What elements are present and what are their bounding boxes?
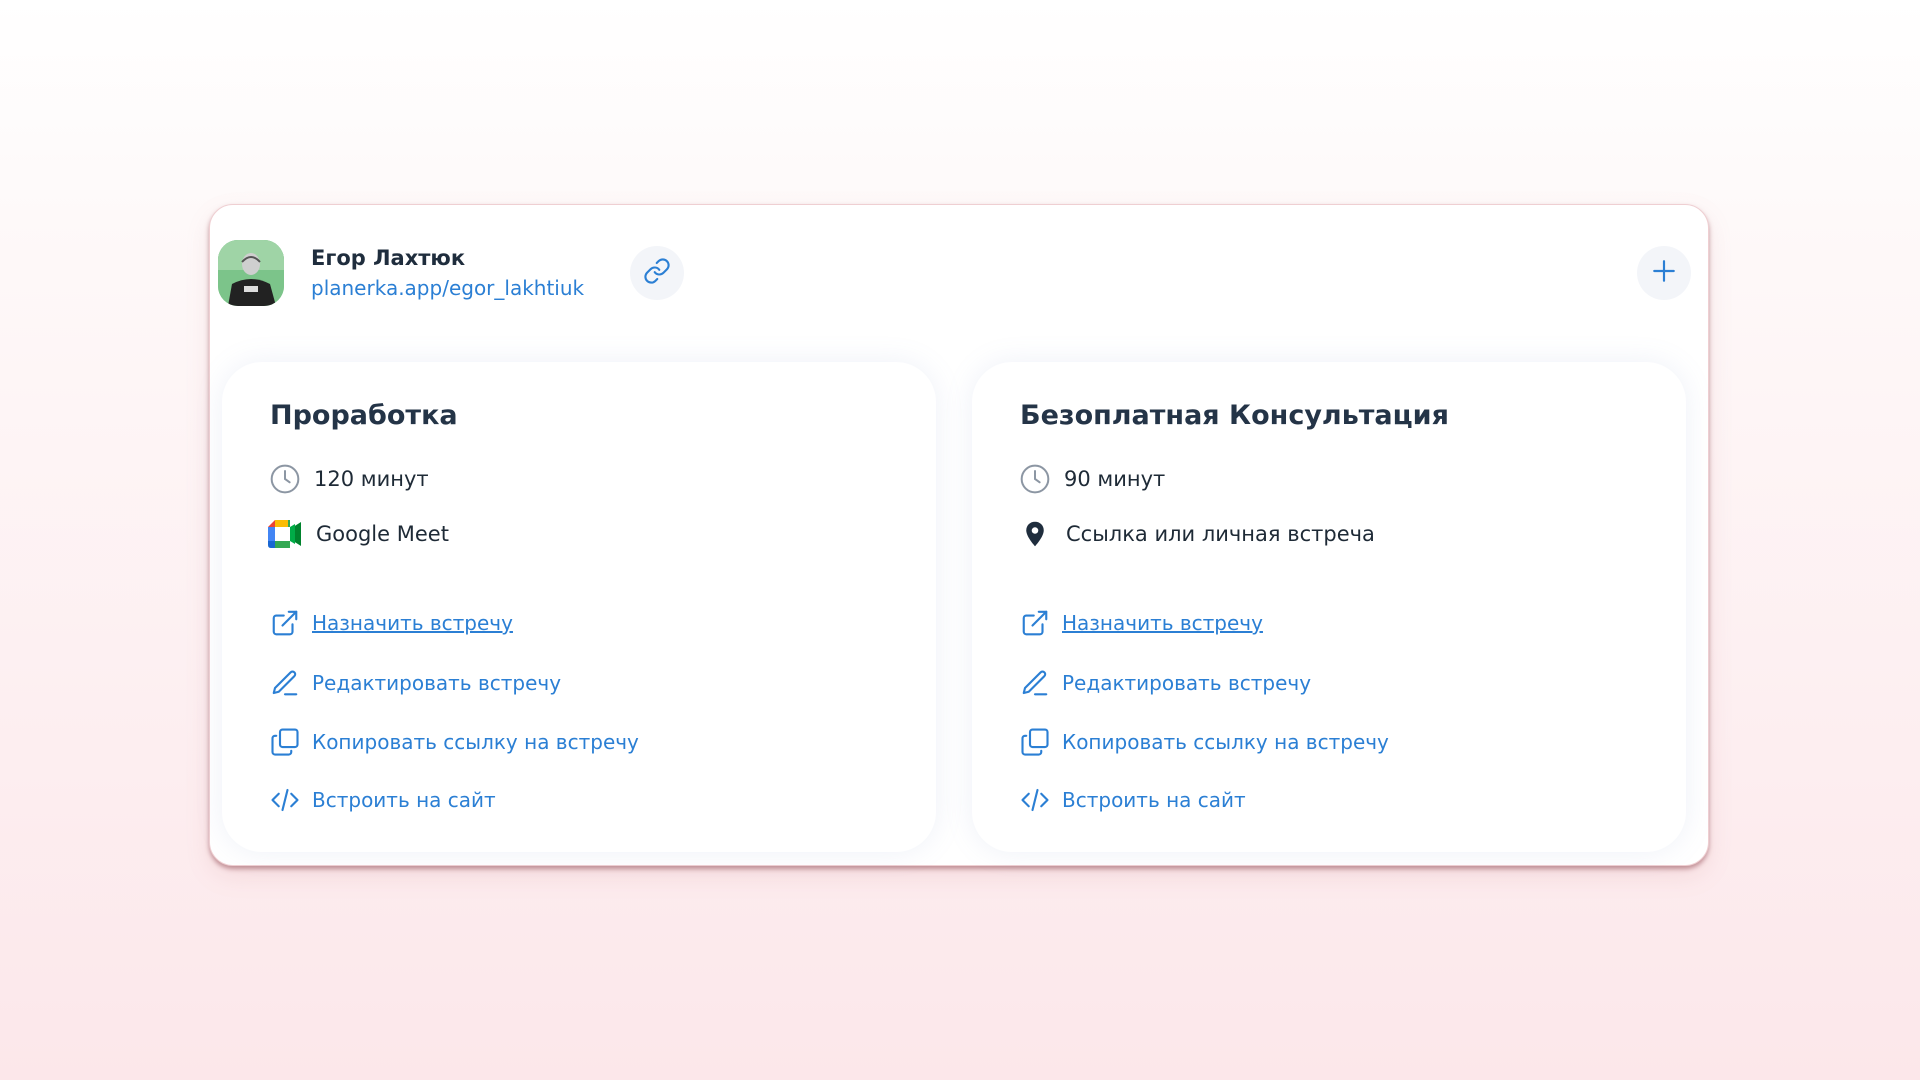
event-card: Безоплатная Консультация 90 минут Ссылка…: [972, 362, 1686, 852]
event-duration: 120 минут: [268, 462, 429, 496]
copy-icon: [268, 725, 302, 759]
code-icon: [268, 783, 302, 817]
google-meet-icon: [268, 517, 302, 551]
clock-icon: [268, 462, 302, 496]
copy-profile-link-button[interactable]: [630, 246, 684, 300]
external-link-icon: [1018, 606, 1052, 640]
link-icon: [643, 257, 671, 289]
location-text: Ссылка или личная встреча: [1066, 522, 1375, 546]
edit-meeting-link[interactable]: Редактировать встречу: [1018, 666, 1311, 700]
copy-meeting-label: Копировать ссылку на встречу: [1062, 730, 1389, 754]
code-icon: [1018, 783, 1052, 817]
copy-meeting-label: Копировать ссылку на встречу: [312, 730, 639, 754]
schedule-meeting-link[interactable]: Назначить встречу: [268, 606, 513, 640]
location-pin-icon: [1018, 517, 1052, 551]
schedule-meeting-label: Назначить встречу: [1062, 611, 1263, 635]
clock-icon: [1018, 462, 1052, 496]
edit-meeting-label: Редактировать встречу: [312, 671, 562, 695]
edit-meeting-link[interactable]: Редактировать встречу: [268, 666, 561, 700]
copy-meeting-link[interactable]: Копировать ссылку на встречу: [268, 725, 639, 759]
copy-meeting-link[interactable]: Копировать ссылку на встречу: [1018, 725, 1389, 759]
pencil-icon: [268, 666, 302, 700]
event-types-panel: Егор Лахтюк planerka.app/egor_lakhtiuk П…: [209, 204, 1709, 866]
location-text: Google Meet: [316, 522, 449, 546]
profile-link[interactable]: planerka.app/egor_lakhtiuk: [311, 273, 584, 303]
embed-on-site-link[interactable]: Встроить на сайт: [1018, 783, 1246, 817]
copy-icon: [1018, 725, 1052, 759]
add-event-button[interactable]: [1637, 246, 1691, 300]
profile-name: Егор Лахтюк: [311, 246, 466, 270]
duration-text: 120 минут: [314, 467, 429, 491]
edit-meeting-label: Редактировать встречу: [1062, 671, 1312, 695]
external-link-icon: [268, 606, 302, 640]
pencil-icon: [1018, 666, 1052, 700]
embed-on-site-label: Встроить на сайт: [1062, 788, 1246, 812]
event-card: Проработка 120 минут Google Meet Назначи…: [222, 362, 936, 852]
embed-on-site-label: Встроить на сайт: [312, 788, 496, 812]
schedule-meeting-label: Назначить встречу: [312, 611, 513, 635]
embed-on-site-link[interactable]: Встроить на сайт: [268, 783, 496, 817]
schedule-meeting-link[interactable]: Назначить встречу: [1018, 606, 1263, 640]
profile-header: Егор Лахтюк planerka.app/egor_lakhtiuk: [218, 240, 584, 306]
event-location: Ссылка или личная встреча: [1018, 517, 1375, 551]
event-duration: 90 минут: [1018, 462, 1165, 496]
duration-text: 90 минут: [1064, 467, 1166, 491]
event-location: Google Meet: [268, 517, 449, 551]
plus-icon: [1651, 258, 1677, 288]
avatar: [218, 240, 284, 306]
event-title: Безоплатная Консультация: [1020, 400, 1449, 431]
event-title: Проработка: [270, 400, 458, 431]
